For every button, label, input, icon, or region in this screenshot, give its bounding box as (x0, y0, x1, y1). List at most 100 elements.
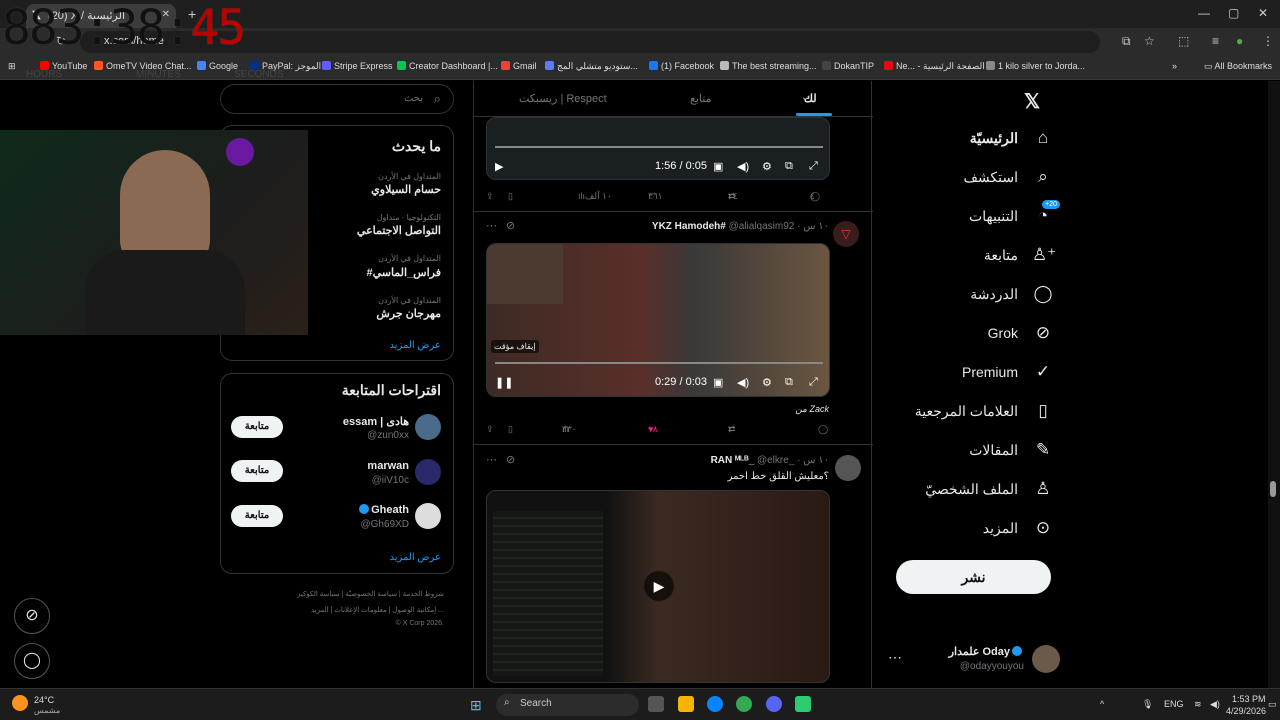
follow-button[interactable]: متابعة (231, 505, 283, 527)
pip-icon[interactable]: ⧉ (785, 160, 793, 173)
bookmark-action-icon[interactable]: ▯ (508, 191, 513, 202)
weather-temp[interactable]: 24°C (34, 695, 54, 705)
settings-icon[interactable]: ⚙ (762, 376, 772, 389)
trends-show-more[interactable]: عرض المزيد (389, 340, 441, 351)
edge-icon[interactable] (707, 696, 723, 712)
app-icon[interactable] (795, 696, 811, 712)
volume-icon[interactable]: ◀) (737, 376, 749, 389)
bookmark-item[interactable]: 1 kilo silver to Jorda... (986, 61, 1085, 71)
tweet-video[interactable]: إيقاف مؤقت ❚❚ 0:29 / 0:03 ▣ ◀) ⚙ ⧉ ⤢ (486, 243, 830, 397)
retweet-button[interactable]: ٢٤ ⇄ (728, 191, 738, 202)
nav-articles[interactable]: المقالات ✎ (969, 435, 1054, 465)
tweet-video[interactable]: ▶ 1:56 / 0:05 ▣ ◀) ⚙ ⧉ ⤢ (486, 117, 830, 180)
tweet-handle[interactable]: @alialqasim92 (729, 221, 795, 232)
clock-date[interactable]: 4/29/2026 (1226, 706, 1266, 716)
fullscreen-icon[interactable]: ⤢ (809, 376, 818, 389)
nav-profile[interactable]: الملف الشخصيّ ♙ (925, 474, 1054, 504)
volume-tray-icon[interactable]: ◀) (1210, 699, 1220, 710)
tweet-handle[interactable]: @elkre_ (757, 455, 794, 466)
tab-respect[interactable]: ريسبكت | Respect (519, 92, 607, 105)
play-icon[interactable]: ▶ (495, 160, 503, 173)
menu-icon[interactable]: ⋮ (1262, 34, 1274, 48)
bookmark-action-icon[interactable]: ▯ (508, 424, 513, 435)
clock-time[interactable]: 1:53 PM (1232, 694, 1266, 704)
tweet-author[interactable]: YKZ Hamodeh# (652, 221, 726, 232)
task-view-icon[interactable] (648, 696, 664, 712)
suggestion-name[interactable]: essam | هادى (343, 415, 409, 428)
video-progress[interactable] (495, 146, 823, 148)
chrome-icon[interactable] (736, 696, 752, 712)
tweet-more-icon[interactable]: ⋯ (486, 219, 497, 232)
discord-icon[interactable] (766, 696, 782, 712)
tweet-author[interactable]: RAN ᴹᴸᴮ_ (711, 455, 755, 466)
windows-start-icon[interactable]: ⊞ (470, 697, 482, 714)
bookmark-item[interactable]: Gmail (501, 61, 537, 71)
nav-explore[interactable]: استكشف ⌕ (963, 162, 1054, 192)
media-icon[interactable]: ≡ (1212, 34, 1219, 48)
weather-icon[interactable] (12, 695, 28, 711)
reply-button[interactable]: ٤ ◯ (810, 191, 820, 202)
share-icon[interactable]: ⇪ (486, 191, 494, 202)
reply-button[interactable]: ◯ (818, 424, 828, 435)
share-icon[interactable]: ⇪ (486, 424, 494, 435)
network-icon[interactable]: ≋ (1194, 699, 1202, 710)
nav-home[interactable]: الرئيسيّة ⌂ (970, 123, 1054, 153)
trend-item[interactable]: حسام السيلاوي (371, 183, 441, 196)
bookmark-item[interactable]: Creator Dashboard |... (397, 61, 498, 71)
nav-chat[interactable]: الدردشة ◯ (970, 279, 1054, 309)
maximize-icon[interactable]: ▢ (1228, 6, 1239, 20)
search-input[interactable]: بحث ⌕ (220, 84, 454, 114)
apps-icon[interactable]: ⊞ (8, 61, 16, 72)
minimize-icon[interactable]: — (1198, 6, 1210, 20)
suggestion-name[interactable]: marwan (367, 460, 409, 472)
tweet-avatar[interactable] (835, 455, 861, 481)
nav-follow[interactable]: متابعة ♙⁺ (984, 240, 1056, 270)
post-button[interactable]: نشر (896, 560, 1051, 594)
grok-explain-icon[interactable]: ⊘ (506, 453, 515, 466)
cast-icon[interactable]: ⧉ (1122, 34, 1131, 49)
bookmark-item[interactable]: Google (197, 61, 238, 71)
suggestion-name[interactable]: Gheath (357, 504, 409, 516)
follow-button[interactable]: متابعة (231, 460, 283, 482)
account-more-icon[interactable]: ⋯ (888, 649, 902, 666)
bookmark-item[interactable]: Stripe Express (322, 61, 393, 71)
fullscreen-icon[interactable]: ⤢ (809, 160, 818, 173)
file-explorer-icon[interactable] (678, 696, 694, 712)
bookmark-item[interactable]: ستوديو متشلي المج... (545, 61, 638, 72)
bookmark-item[interactable]: Ne... - الصفحة الرئيسية (884, 61, 985, 72)
microphone-icon[interactable]: 🎙 (1142, 699, 1153, 710)
nav-premium[interactable]: Premium ✓ (962, 357, 1054, 387)
like-button[interactable]: ٣٦١ ♡ (648, 191, 663, 202)
grok-fab-icon[interactable]: ⊘ (14, 598, 50, 634)
profile-avatar-icon[interactable]: ● (1236, 34, 1243, 48)
retweet-button[interactable]: ٢ ⇄ (728, 424, 736, 435)
tweet-more-icon[interactable]: ⋯ (486, 453, 497, 466)
trend-item[interactable]: مهرجان جرش (376, 307, 441, 320)
tray-overflow-icon[interactable]: ^ (1100, 699, 1104, 709)
play-icon[interactable]: ▶ (644, 571, 674, 601)
bookmark-item[interactable]: DokanTIP (822, 61, 874, 71)
notifications-tray-icon[interactable]: ▭ (1268, 699, 1277, 710)
all-bookmarks[interactable]: ▭ All Bookmarks (1204, 61, 1272, 72)
like-button[interactable]: ١٨ ♥ (648, 424, 658, 434)
extensions-icon[interactable]: ⬚ (1178, 34, 1189, 48)
chat-fab-icon[interactable]: ◯ (14, 643, 50, 679)
suggestion-avatar[interactable] (415, 503, 441, 529)
language-indicator[interactable]: ENG (1164, 699, 1184, 709)
volume-icon[interactable]: ◀) (737, 160, 749, 173)
tweet-avatar[interactable]: ▽ (833, 221, 859, 247)
bookmark-item[interactable]: (1) Facebook (649, 61, 714, 71)
account-switcher[interactable]: ⋯ علمدار Oday @odayyouyou (886, 641, 1068, 681)
follow-button[interactable]: متابعة (231, 416, 283, 438)
bookmark-item[interactable]: The best streaming... (720, 61, 817, 71)
pause-icon[interactable]: ❚❚ (495, 376, 513, 389)
trend-item[interactable]: #فراس_الماسي (366, 266, 441, 279)
footer-links[interactable]: شروط الخدمة | سياسة الخصوصيّة | سياسة ال… (297, 590, 444, 598)
nav-more[interactable]: المزيد ⊙ (983, 513, 1054, 543)
pip-icon[interactable]: ⧉ (785, 376, 793, 389)
captions-icon[interactable]: ▣ (713, 160, 723, 173)
scrollbar-thumb[interactable] (1270, 481, 1276, 497)
page-scrollbar[interactable] (1268, 81, 1280, 688)
taskbar-search[interactable]: ⌕ Search (496, 694, 639, 716)
star-icon[interactable]: ☆ (1144, 34, 1155, 48)
